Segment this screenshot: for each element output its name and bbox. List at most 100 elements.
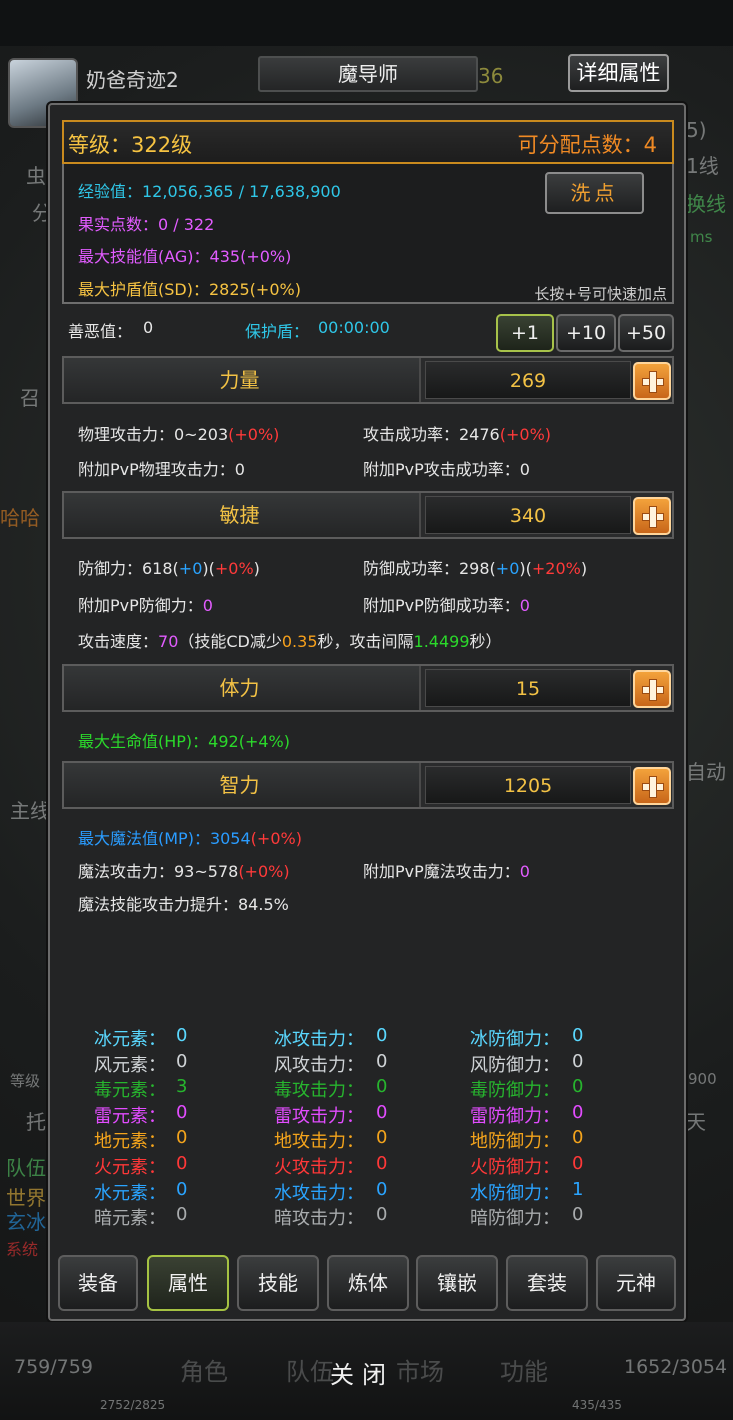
element-defense-label: 冰防御力： <box>470 1029 560 1050</box>
element-defense-label: 雷防御力： <box>470 1105 560 1127</box>
max-mp: 最大魔法值(MP)：3054(+0%) <box>78 829 302 848</box>
element-attack-value: 0 <box>376 1025 388 1046</box>
element-defense-value: 0 <box>572 1050 584 1072</box>
sub-counter-right: 435/435 <box>572 1398 622 1412</box>
element-attack-value: 0 <box>376 1127 388 1149</box>
element-element-value: 0 <box>176 1025 188 1046</box>
bg-side-text[interactable]: 自动 <box>686 756 726 785</box>
element-element-label: 雷元素： <box>94 1105 166 1127</box>
strength-row: 力量 269 <box>62 356 674 404</box>
vitality-value: 15 <box>425 669 631 707</box>
agility-plus-icon[interactable] <box>633 497 671 535</box>
step-plus-10-button[interactable]: +10 <box>556 314 616 352</box>
element-element-value: 0 <box>176 1050 188 1072</box>
tab-body-refine[interactable]: 炼体 <box>327 1255 409 1311</box>
element-element-label: 暗元素： <box>94 1208 166 1230</box>
fruit-points: 果实点数：0 / 322 <box>78 215 215 234</box>
tab-equipment[interactable]: 装备 <box>58 1255 138 1311</box>
element-element-label: 毒元素： <box>94 1080 166 1102</box>
element-element-value: 0 <box>176 1178 188 1200</box>
strength-label: 力量 <box>64 358 421 402</box>
bg-side-text: 虫 <box>26 164 46 188</box>
karma-value: 0 <box>143 318 154 337</box>
vitality-label: 体力 <box>64 666 421 710</box>
element-defense-label: 地防御力： <box>470 1131 560 1153</box>
reset-points-button[interactable]: 洗点 <box>545 172 644 214</box>
attack-speed: 攻击速度：70（技能CD减少0.35秒，攻击间隔1.4499秒） <box>78 632 502 651</box>
bg-side-text: 等级 <box>10 1072 41 1090</box>
element-element-value: 0 <box>176 1153 188 1174</box>
strength-value: 269 <box>425 361 631 399</box>
tab-attributes[interactable]: 属性 <box>147 1255 229 1311</box>
energy-row: 智力 1205 <box>62 761 674 809</box>
vitality-plus-icon[interactable] <box>633 670 671 708</box>
bg-side-text[interactable]: 主线 <box>10 795 50 824</box>
element-element-value: 0 <box>176 1127 188 1149</box>
element-defense-value: 0 <box>572 1025 584 1046</box>
available-points: 可分配点数：4 <box>517 133 657 157</box>
magic-skill-boost: 魔法技能攻击力提升：84.5% <box>78 895 289 914</box>
element-defense-value: 0 <box>572 1101 584 1123</box>
detail-attributes-button[interactable]: 详细属性 <box>568 54 669 92</box>
element-defense-value: 0 <box>572 1204 584 1226</box>
bg-side-text: 玄冰 <box>6 1210 46 1234</box>
bg-side-text[interactable]: 召 <box>20 382 40 411</box>
element-attack-value: 0 <box>376 1204 388 1226</box>
shield-label: 保护盾： <box>245 322 310 341</box>
element-attack-value: 0 <box>376 1153 388 1174</box>
top-strip <box>0 0 733 46</box>
magic-attack: 魔法攻击力：93~578(+0%) <box>78 862 290 881</box>
hint-text: 长按+号可快速加点 <box>534 285 667 303</box>
pvp-phys-attack: 附加PvP物理攻击力：0 <box>78 460 245 479</box>
element-element-label: 冰元素： <box>94 1029 166 1050</box>
mp-counter: 1652/3054 <box>624 1356 728 1378</box>
vitality-row: 体力 15 <box>62 664 674 712</box>
attack-hit-rate: 攻击成功率：2476(+0%) <box>363 425 552 444</box>
element-attack-value: 0 <box>376 1076 388 1098</box>
pvp-magic-attack: 附加PvP魔法攻击力：0 <box>363 862 530 881</box>
nav-role[interactable]: 角色 <box>180 1352 228 1387</box>
element-element-value: 3 <box>176 1076 188 1098</box>
pvp-block-rate: 附加PvP防御成功率：0 <box>363 596 530 615</box>
element-attack-label: 冰攻击力： <box>274 1029 364 1050</box>
bg-side-text: 队伍 <box>6 1156 46 1180</box>
bg-side-text[interactable]: 托 <box>26 1106 46 1135</box>
energy-plus-icon[interactable] <box>633 767 671 805</box>
bg-side-text: 哈哈 <box>0 506 40 530</box>
element-defense-label: 水防御力： <box>470 1182 560 1204</box>
bg-side-text[interactable]: 天 <box>686 1106 706 1135</box>
max-ag: 最大技能值(AG)：435(+0%) <box>78 247 292 266</box>
max-hp: 最大生命值(HP)：492(+4%) <box>78 732 290 751</box>
shield-value: 00:00:00 <box>318 318 390 337</box>
element-attack-label: 火攻击力： <box>274 1157 364 1178</box>
defense: 防御力：618(+0)(+0%) <box>78 559 260 578</box>
nav-market[interactable]: 市场 <box>396 1352 444 1387</box>
tab-skills[interactable]: 技能 <box>237 1255 319 1311</box>
element-element-label: 水元素： <box>94 1182 166 1204</box>
element-attack-value: 0 <box>376 1178 388 1200</box>
element-defense-value: 0 <box>572 1127 584 1149</box>
element-attack-label: 暗攻击力： <box>274 1208 364 1230</box>
tab-sets[interactable]: 套装 <box>506 1255 588 1311</box>
nav-team[interactable]: 队伍 <box>286 1352 334 1387</box>
step-plus-50-button[interactable]: +50 <box>618 314 674 352</box>
element-element-value: 0 <box>176 1204 188 1226</box>
strength-plus-icon[interactable] <box>633 362 671 400</box>
element-element-label: 风元素： <box>94 1054 166 1076</box>
element-attack-label: 毒攻击力： <box>274 1080 364 1102</box>
element-defense-label: 毒防御力： <box>470 1080 560 1102</box>
tab-soul[interactable]: 元神 <box>596 1255 676 1311</box>
bg-side-text[interactable]: 换线 <box>686 188 726 217</box>
step-plus-1-button[interactable]: +1 <box>496 314 554 352</box>
close-button[interactable]: 关闭 <box>330 1355 394 1390</box>
nav-function[interactable]: 功能 <box>500 1352 548 1387</box>
element-defense-label: 风防御力： <box>470 1054 560 1076</box>
agility-value: 340 <box>425 496 631 534</box>
tab-inlay[interactable]: 镶嵌 <box>416 1255 498 1311</box>
element-attack-value: 0 <box>376 1050 388 1072</box>
element-defense-label: 暗防御力： <box>470 1208 560 1230</box>
max-sd: 最大护盾值(SD)：2825(+0%) <box>78 280 301 299</box>
hp-counter: 759/759 <box>14 1356 93 1378</box>
exp-text: 经验值：12,056,365 / 17,638,900 <box>78 182 341 201</box>
element-attack-value: 0 <box>376 1101 388 1123</box>
